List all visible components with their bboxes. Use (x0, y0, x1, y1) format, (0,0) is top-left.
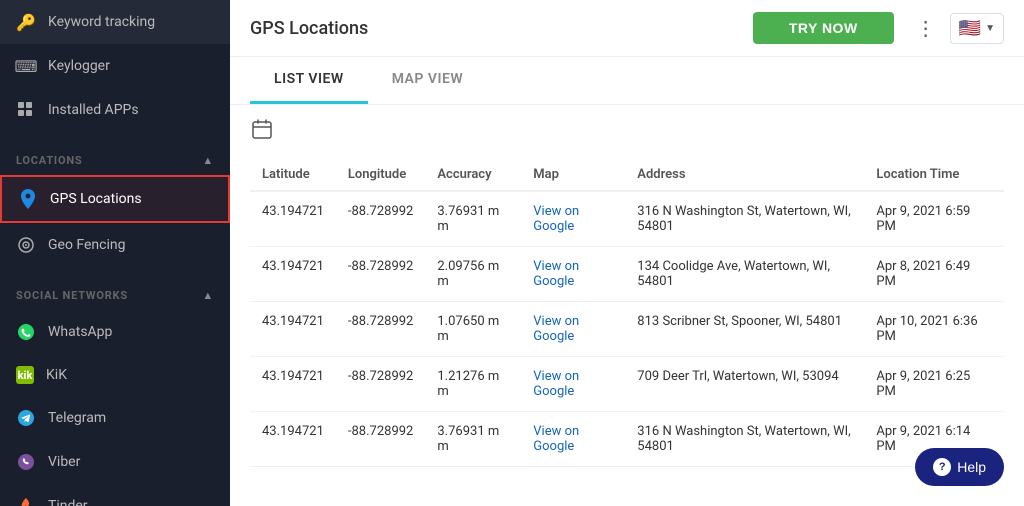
sidebar-item-tinder[interactable]: Tinder (0, 484, 230, 506)
social-networks-section-header: SOCIAL NETWORKS ▲ (0, 275, 230, 310)
flag-icon: 🇺🇸 (959, 18, 981, 39)
cell-map[interactable]: View on Google (521, 412, 625, 467)
cell-accuracy: 2.09756 m m (425, 247, 521, 302)
sidebar-item-keylogger[interactable]: ⌨ Keylogger (0, 44, 230, 88)
col-accuracy: Accuracy (425, 159, 521, 191)
cell-address: 813 Scribner St, Spooner, WI, 54801 (625, 302, 864, 357)
main-content: GPS Locations TRY NOW ⋮ 🇺🇸 ▼ LIST VIEW M… (230, 0, 1024, 506)
table-row: 43.194721 -88.728992 1.21276 m m View on… (250, 357, 1004, 412)
locations-table: Latitude Longitude Accuracy Map Address … (250, 159, 1004, 467)
map-link[interactable]: View on Google (533, 259, 579, 289)
social-networks-chevron-icon: ▲ (202, 289, 214, 302)
cell-address: 316 N Washington St, Watertown, WI, 5480… (625, 412, 864, 467)
cell-accuracy: 3.76931 m m (425, 412, 521, 467)
cell-latitude: 43.194721 (250, 302, 336, 357)
col-location-time: Location Time (864, 159, 1004, 191)
gps-icon (18, 189, 38, 209)
cell-longitude: -88.728992 (336, 247, 425, 302)
cell-location-time: Apr 8, 2021 6:49 PM (864, 247, 1004, 302)
cell-map[interactable]: View on Google (521, 302, 625, 357)
tab-map-view[interactable]: MAP VIEW (368, 57, 487, 104)
sidebar-label-gps: GPS Locations (50, 191, 142, 207)
cell-location-time: Apr 10, 2021 6:36 PM (864, 302, 1004, 357)
cell-map[interactable]: View on Google (521, 191, 625, 247)
sidebar-label-whatsapp: WhatsApp (48, 324, 112, 340)
sidebar-label-keylogger: Keylogger (48, 58, 110, 74)
locations-chevron-icon: ▲ (202, 154, 214, 167)
kik-icon: kik (16, 366, 34, 384)
page-title: GPS Locations (250, 18, 737, 39)
col-address: Address (625, 159, 864, 191)
table-row: 43.194721 -88.728992 3.76931 m m View on… (250, 412, 1004, 467)
cell-address: 316 N Washington St, Watertown, WI, 5480… (625, 191, 864, 247)
cell-longitude: -88.728992 (336, 357, 425, 412)
sidebar-item-keyword-tracking[interactable]: 🔑 Keyword tracking (0, 0, 230, 44)
cell-map[interactable]: View on Google (521, 247, 625, 302)
cell-longitude: -88.728992 (336, 412, 425, 467)
sidebar-label-keyword: Keyword tracking (48, 14, 155, 30)
language-chevron-icon: ▼ (985, 23, 995, 34)
tinder-icon (16, 496, 36, 506)
sidebar: 🔑 Keyword tracking ⌨ Keylogger Installed… (0, 0, 230, 506)
col-latitude: Latitude (250, 159, 336, 191)
telegram-icon (16, 408, 36, 428)
map-link[interactable]: View on Google (533, 204, 579, 234)
cell-address: 709 Deer Trl, Watertown, WI, 53094 (625, 357, 864, 412)
map-link[interactable]: View on Google (533, 314, 579, 344)
content-area: Latitude Longitude Accuracy Map Address … (230, 105, 1024, 506)
sidebar-label-telegram: Telegram (48, 410, 106, 426)
topbar: GPS Locations TRY NOW ⋮ 🇺🇸 ▼ (230, 0, 1024, 57)
keyword-icon: 🔑 (16, 12, 36, 32)
cell-latitude: 43.194721 (250, 191, 336, 247)
table-row: 43.194721 -88.728992 2.09756 m m View on… (250, 247, 1004, 302)
sidebar-label-tinder: Tinder (48, 498, 88, 506)
help-button[interactable]: ? Help (915, 448, 1004, 486)
sidebar-item-telegram[interactable]: Telegram (0, 396, 230, 440)
more-options-button[interactable]: ⋮ (910, 12, 942, 44)
cell-longitude: -88.728992 (336, 302, 425, 357)
view-tabs: LIST VIEW MAP VIEW (230, 57, 1024, 105)
table-row: 43.194721 -88.728992 1.07650 m m View on… (250, 302, 1004, 357)
language-selector[interactable]: 🇺🇸 ▼ (950, 13, 1004, 44)
sidebar-item-kik[interactable]: kik KiK (0, 354, 230, 396)
cell-latitude: 43.194721 (250, 412, 336, 467)
map-link[interactable]: View on Google (533, 369, 579, 399)
cell-longitude: -88.728992 (336, 191, 425, 247)
col-map: Map (521, 159, 625, 191)
sidebar-item-whatsapp[interactable]: WhatsApp (0, 310, 230, 354)
viber-icon (16, 452, 36, 472)
keylogger-icon: ⌨ (16, 56, 36, 76)
help-circle-icon: ? (933, 458, 951, 476)
sidebar-item-installed-apps[interactable]: Installed APPs (0, 88, 230, 132)
apps-icon (16, 100, 36, 120)
cell-location-time: Apr 9, 2021 6:25 PM (864, 357, 1004, 412)
table-row: 43.194721 -88.728992 3.76931 m m View on… (250, 191, 1004, 247)
cell-address: 134 Coolidge Ave, Watertown, WI, 54801 (625, 247, 864, 302)
sidebar-label-geo-fencing: Geo Fencing (48, 237, 126, 253)
sidebar-label-installed-apps: Installed APPs (48, 102, 139, 118)
cell-map[interactable]: View on Google (521, 357, 625, 412)
cell-accuracy: 1.21276 m m (425, 357, 521, 412)
try-now-button[interactable]: TRY NOW (753, 12, 894, 44)
cell-location-time: Apr 9, 2021 6:59 PM (864, 191, 1004, 247)
locations-section-header: LOCATIONS ▲ (0, 140, 230, 175)
cell-latitude: 43.194721 (250, 247, 336, 302)
cell-accuracy: 1.07650 m m (425, 302, 521, 357)
sidebar-item-geo-fencing[interactable]: Geo Fencing (0, 223, 230, 267)
topbar-actions: ⋮ 🇺🇸 ▼ (910, 12, 1004, 44)
cell-latitude: 43.194721 (250, 357, 336, 412)
cell-accuracy: 3.76931 m m (425, 191, 521, 247)
col-longitude: Longitude (336, 159, 425, 191)
map-link[interactable]: View on Google (533, 424, 579, 454)
sidebar-item-viber[interactable]: Viber (0, 440, 230, 484)
help-label: Help (957, 459, 986, 475)
geo-fencing-icon (16, 235, 36, 255)
tab-list-view[interactable]: LIST VIEW (250, 57, 368, 104)
calendar-icon[interactable] (250, 117, 1004, 147)
sidebar-label-kik: KiK (46, 367, 67, 383)
sidebar-item-gps-locations[interactable]: GPS Locations (0, 175, 230, 223)
sidebar-label-viber: Viber (48, 454, 80, 470)
whatsapp-icon (16, 322, 36, 342)
